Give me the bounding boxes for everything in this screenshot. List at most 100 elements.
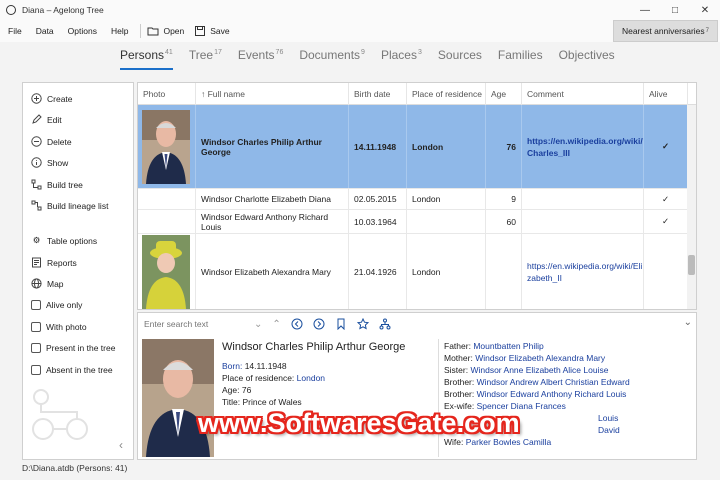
name-cell: Windsor Charlotte Elizabeth Diana bbox=[196, 189, 349, 209]
photo-cell bbox=[138, 105, 196, 188]
age-cell: 9 bbox=[486, 189, 522, 209]
tab-events[interactable]: Events76 bbox=[238, 48, 283, 70]
nearest-anniversaries-button[interactable]: Nearest anniversaries 7 bbox=[612, 20, 718, 42]
detail-photo bbox=[142, 339, 214, 457]
maximize-icon[interactable]: □ bbox=[660, 0, 690, 20]
relation-link[interactable]: Windsor Andrew Albert Christian Edward bbox=[477, 377, 630, 387]
tab-documents[interactable]: Documents9 bbox=[299, 48, 365, 70]
scrollbar-thumb[interactable] bbox=[688, 255, 695, 275]
menu-options[interactable]: Options bbox=[68, 26, 97, 36]
place-cell: London bbox=[407, 105, 486, 188]
born-label-link[interactable]: Born: bbox=[222, 361, 242, 371]
table-scrollbar[interactable] bbox=[687, 105, 696, 309]
alive-cell: ✓ bbox=[644, 210, 688, 233]
detail-search-input[interactable] bbox=[144, 319, 254, 329]
reports-button[interactable]: Reports bbox=[31, 257, 77, 268]
absent-in-tree-checkbox[interactable]: Absent in the tree bbox=[31, 365, 113, 375]
column-birth-date[interactable]: Birth date bbox=[349, 83, 407, 105]
chevron-up-icon[interactable]: ⌃ bbox=[272, 319, 280, 330]
photo-cell bbox=[138, 234, 196, 309]
relation-link[interactable]: Windsor Elizabeth Alexandra Mary bbox=[475, 353, 605, 363]
age-cell: 60 bbox=[486, 210, 522, 233]
tab-label: Places bbox=[380, 48, 417, 62]
column-full-name[interactable]: ↑ Full name bbox=[196, 83, 349, 105]
build-lineage-label: Build lineage list bbox=[47, 200, 109, 211]
table-header: Photo ↑ Full name Birth date Place of re… bbox=[138, 83, 696, 105]
relation-father: Father: Mountbatten Philip bbox=[444, 341, 544, 351]
relation-link[interactable]: Louis bbox=[598, 413, 618, 423]
alive-cell: ✓ bbox=[644, 105, 688, 188]
name-cell: Windsor Charles Philip Arthur George bbox=[196, 105, 349, 188]
tab-places[interactable]: Places3 bbox=[381, 48, 422, 70]
collapse-detail-icon[interactable]: ⌄ bbox=[684, 317, 692, 328]
build-tree-label: Build tree bbox=[47, 179, 83, 190]
detail-age: Age: 76 bbox=[222, 385, 252, 395]
tab-sources[interactable]: Sources bbox=[438, 48, 482, 70]
create-button[interactable]: Create bbox=[31, 93, 73, 104]
table-row[interactable]: Windsor Edward Anthony Richard Louis 10.… bbox=[138, 210, 688, 234]
birth-cell: 10.03.1964 bbox=[349, 210, 407, 233]
column-photo[interactable]: Photo bbox=[138, 83, 196, 105]
show-button[interactable]: Show bbox=[31, 157, 68, 168]
delete-button[interactable]: Delete bbox=[31, 136, 72, 147]
tab-families[interactable]: Families bbox=[498, 48, 543, 70]
map-button[interactable]: Map bbox=[31, 278, 64, 289]
tab-persons[interactable]: Persons41 bbox=[120, 48, 173, 70]
menu-help[interactable]: Help bbox=[111, 26, 128, 36]
tab-tree[interactable]: Tree17 bbox=[189, 48, 222, 70]
relation-son: David bbox=[598, 425, 620, 435]
back-icon[interactable] bbox=[291, 318, 303, 330]
table-row[interactable]: Windsor Charlotte Elizabeth Diana 02.05.… bbox=[138, 189, 688, 210]
table-options-button[interactable]: ⚙ Table options bbox=[31, 235, 97, 246]
tab-label: Objectives bbox=[558, 48, 615, 62]
relation-label: Brother: bbox=[444, 389, 475, 399]
column-age[interactable]: Age bbox=[486, 83, 522, 105]
collapse-sidebar-icon[interactable]: ‹ bbox=[119, 438, 123, 452]
close-icon[interactable]: ✕ bbox=[690, 0, 720, 20]
residence-link[interactable]: London bbox=[297, 373, 325, 383]
birth-cell: 21.04.1926 bbox=[349, 234, 407, 309]
column-alive[interactable]: Alive bbox=[644, 83, 688, 105]
sidebar: Create Edit Delete Show Build tree Build… bbox=[22, 82, 134, 460]
relation-link[interactable]: David bbox=[598, 425, 620, 435]
star-icon[interactable] bbox=[356, 318, 369, 330]
menu-file[interactable]: File bbox=[8, 26, 22, 36]
column-place[interactable]: Place of residence bbox=[407, 83, 486, 105]
person-photo-man bbox=[142, 109, 190, 184]
tab-count: 41 bbox=[165, 49, 173, 56]
forward-icon[interactable] bbox=[313, 318, 325, 330]
comment-link[interactable]: https://en.wikipedia.org/wiki/Elizabeth_… bbox=[527, 260, 643, 284]
minimize-icon[interactable]: — bbox=[630, 0, 660, 20]
relation-link[interactable]: Windsor Edward Anthony Richard Louis bbox=[477, 389, 627, 399]
tab-label: Persons bbox=[120, 48, 165, 62]
plus-circle-icon bbox=[31, 93, 42, 104]
build-lineage-button[interactable]: Build lineage list bbox=[31, 200, 108, 211]
checkbox-box bbox=[31, 300, 41, 310]
info-circle-icon bbox=[31, 157, 42, 168]
edit-button[interactable]: Edit bbox=[31, 114, 62, 125]
detail-toolbar: ⌄ ⌃ ⌄ bbox=[138, 313, 698, 335]
relation-label: Sister: bbox=[444, 365, 469, 375]
table-row[interactable]: Windsor Elizabeth Alexandra Mary 21.04.1… bbox=[138, 234, 688, 309]
bookmark-icon[interactable] bbox=[335, 318, 347, 330]
report-icon bbox=[31, 257, 42, 268]
menu-data[interactable]: Data bbox=[36, 26, 54, 36]
open-button[interactable]: Open bbox=[147, 25, 184, 37]
column-comment[interactable]: Comment bbox=[522, 83, 644, 105]
table-row[interactable]: Windsor Charles Philip Arthur George 14.… bbox=[138, 105, 688, 189]
comment-link[interactable]: https://en.wikipedia.org/wiki/Charles_II… bbox=[527, 135, 643, 159]
relation-mother: Mother: Windsor Elizabeth Alexandra Mary bbox=[444, 353, 605, 363]
build-tree-button[interactable]: Build tree bbox=[31, 179, 83, 190]
show-label: Show bbox=[47, 157, 69, 168]
place-cell: London bbox=[407, 234, 486, 309]
comment-cell bbox=[522, 189, 644, 209]
chevron-down-icon[interactable]: ⌄ bbox=[254, 319, 262, 330]
tab-objectives[interactable]: Objectives bbox=[559, 48, 615, 70]
relation-link[interactable]: Mountbatten Philip bbox=[473, 341, 543, 351]
family-tree-icon[interactable] bbox=[379, 318, 391, 330]
save-button[interactable]: Save bbox=[194, 25, 230, 37]
relation-link[interactable]: Windsor Anne Elizabeth Alice Louise bbox=[470, 365, 608, 375]
alive-only-checkbox[interactable]: Alive only bbox=[31, 300, 82, 310]
with-photo-checkbox[interactable]: With photo bbox=[31, 322, 87, 332]
present-in-tree-checkbox[interactable]: Present in the tree bbox=[31, 343, 115, 353]
